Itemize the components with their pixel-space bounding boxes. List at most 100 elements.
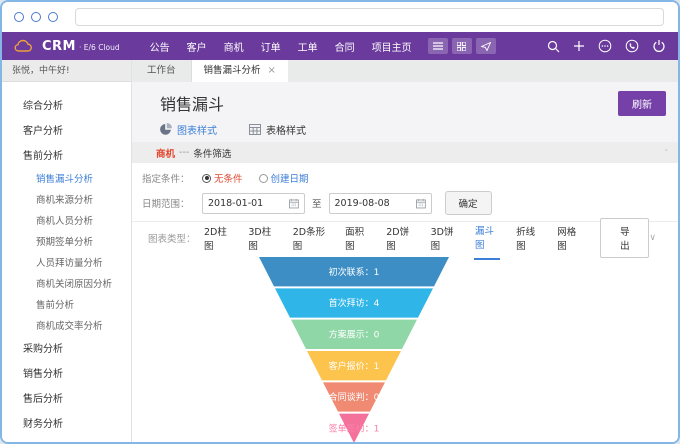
date-to-input[interactable] bbox=[335, 198, 416, 209]
sidebar-item[interactable]: 商机关闭原因分析 bbox=[2, 272, 131, 293]
brand-suffix: · E/6 Cloud bbox=[79, 43, 120, 52]
tab-bar: 工作台 销售漏斗分析 × bbox=[132, 60, 678, 82]
user-greeting: 张悦，中午好! bbox=[2, 60, 131, 82]
tab-label: 销售漏斗分析 bbox=[204, 60, 261, 82]
date-to-word: 至 bbox=[312, 196, 322, 210]
main-area: 工作台 销售漏斗分析 × 销售漏斗 刷新 图表样式 表格样式 bbox=[132, 60, 678, 442]
table-style-toggle[interactable]: 表格样式 bbox=[249, 122, 306, 137]
paper-plane-icon bbox=[481, 42, 491, 51]
funnel-chart-area: 初次联系：1首次拜访：4方案展示：0客户报价：1合同谈判：0签单签约：1 bbox=[132, 253, 678, 442]
address-bar[interactable] bbox=[75, 8, 664, 26]
funnel-stage-label: 签单签约：1 bbox=[329, 423, 380, 435]
calendar-icon[interactable] bbox=[416, 198, 426, 209]
page-title: 销售漏斗 bbox=[160, 91, 224, 115]
nav-item[interactable]: 合同 bbox=[335, 39, 355, 54]
sidebar-item[interactable]: 综合分析 bbox=[2, 92, 131, 117]
sidebar-item[interactable]: 客户分析 bbox=[2, 117, 131, 142]
sidebar-item[interactable]: 售前分析 bbox=[2, 293, 131, 314]
tab-workbench[interactable]: 工作台 bbox=[132, 60, 192, 82]
chart-style-label: 图表样式 bbox=[177, 122, 217, 137]
funnel-stage-label: 方案展示：0 bbox=[329, 329, 380, 341]
sidebar-item[interactable]: 售前分析 bbox=[2, 142, 131, 167]
filter-entity: 商机 bbox=[156, 146, 175, 160]
send-button[interactable] bbox=[476, 38, 496, 54]
window-dot-icon[interactable] bbox=[31, 12, 41, 22]
chart-style-toggle[interactable]: 图表样式 bbox=[160, 122, 217, 137]
funnel-stage-label: 合同谈判：0 bbox=[329, 391, 380, 403]
nav-item[interactable]: 公告 bbox=[150, 39, 170, 54]
search-icon[interactable] bbox=[547, 40, 560, 53]
power-icon[interactable] bbox=[652, 39, 666, 53]
sidebar-item[interactable]: 商机来源分析 bbox=[2, 188, 131, 209]
sidebar-item[interactable]: 财务分析 bbox=[2, 410, 131, 435]
date-range-label: 日期范围： bbox=[142, 196, 202, 210]
grid-view-button[interactable] bbox=[452, 38, 472, 54]
radio-unselected-icon bbox=[259, 174, 268, 183]
plus-icon[interactable] bbox=[573, 40, 585, 52]
sidebar-item[interactable]: 售后分析 bbox=[2, 385, 131, 410]
condition-label: 指定条件： bbox=[142, 171, 202, 185]
filter-collapse-icon[interactable]: ˅ bbox=[665, 149, 669, 157]
funnel-stage-label: 初次联系：1 bbox=[329, 266, 380, 278]
radio-label: 创建日期 bbox=[271, 171, 309, 185]
grid-icon bbox=[457, 42, 466, 51]
filter-separator: --- bbox=[179, 147, 189, 158]
nav-item[interactable]: 订单 bbox=[261, 39, 281, 54]
browser-chrome bbox=[2, 2, 678, 32]
more-icon[interactable] bbox=[598, 39, 612, 53]
view-style-toggle: 图表样式 表格样式 bbox=[132, 118, 678, 142]
table-style-label: 表格样式 bbox=[266, 122, 306, 137]
refresh-button[interactable]: 刷新 bbox=[618, 91, 666, 116]
header-right-icons bbox=[547, 39, 666, 53]
filter-panel: 指定条件： 无条件 创建日期 日期范围： bbox=[132, 163, 678, 442]
tab-label: 工作台 bbox=[147, 60, 176, 82]
sidebar: 张悦，中午好! 综合分析客户分析售前分析销售漏斗分析商机来源分析商机人员分析预期… bbox=[2, 60, 132, 442]
radio-create-date[interactable]: 创建日期 bbox=[259, 171, 309, 185]
window-dot-icon[interactable] bbox=[48, 12, 58, 22]
date-from-input[interactable] bbox=[208, 198, 289, 209]
browser-window: CRM · E/6 Cloud 公告客户商机订单工单合同项目主页 张悦，中午好! bbox=[0, 0, 680, 444]
export-button[interactable]: 导出 bbox=[600, 218, 649, 258]
chevron-down-icon[interactable]: ∨ bbox=[649, 233, 664, 243]
radio-label: 无条件 bbox=[214, 171, 243, 185]
header-view-buttons bbox=[428, 38, 496, 54]
sidebar-item[interactable]: 采购分析 bbox=[2, 335, 131, 360]
confirm-button[interactable]: 确定 bbox=[445, 191, 492, 215]
sidebar-menu: 综合分析客户分析售前分析销售漏斗分析商机来源分析商机人员分析预期签单分析人员拜访… bbox=[2, 82, 131, 435]
cloud-logo-icon bbox=[14, 39, 36, 53]
hamburger-icon bbox=[433, 42, 443, 50]
date-to-field[interactable] bbox=[329, 193, 432, 214]
sidebar-item[interactable]: 预期签单分析 bbox=[2, 230, 131, 251]
sidebar-item[interactable]: 商机人员分析 bbox=[2, 209, 131, 230]
chart-type-row: 图表类型： 2D柱图3D柱图2D条形图面积图2D饼图3D饼图漏斗图折线图网格图 … bbox=[132, 221, 678, 253]
condition-radio-group: 无条件 创建日期 bbox=[202, 171, 309, 185]
table-icon bbox=[249, 124, 261, 135]
pie-chart-icon bbox=[160, 123, 172, 135]
sidebar-item[interactable]: 销售分析 bbox=[2, 360, 131, 385]
date-from-field[interactable] bbox=[202, 193, 305, 214]
nav-item[interactable]: 商机 bbox=[224, 39, 244, 54]
sidebar-item[interactable]: 销售漏斗分析 bbox=[2, 167, 131, 188]
app-header: CRM · E/6 Cloud 公告 客户 商机 订单 工单 合同 项目主页 bbox=[2, 32, 678, 60]
phone-icon[interactable] bbox=[625, 39, 639, 53]
condition-row: 指定条件： 无条件 创建日期 bbox=[132, 163, 678, 189]
brand-name: CRM bbox=[42, 39, 76, 54]
radio-selected-icon bbox=[202, 174, 211, 183]
radio-no-condition[interactable]: 无条件 bbox=[202, 171, 243, 185]
nav-item[interactable]: 工单 bbox=[298, 39, 318, 54]
header-nav: 公告 客户 商机 订单 工单 合同 项目主页 bbox=[150, 39, 412, 54]
nav-item[interactable]: 项目主页 bbox=[372, 39, 412, 54]
chart-type-label: 图表类型： bbox=[148, 231, 203, 245]
window-dot-icon[interactable] bbox=[14, 12, 24, 22]
funnel-chart: 初次联系：1首次拜访：4方案展示：0客户报价：1合同谈判：0签单签约：1 bbox=[164, 257, 544, 444]
list-view-button[interactable] bbox=[428, 38, 448, 54]
sidebar-item[interactable]: 商机成交率分析 bbox=[2, 314, 131, 335]
filter-bar[interactable]: 商机 --- 条件筛选 ˅ bbox=[132, 142, 678, 163]
funnel-stage-label: 首次拜访：4 bbox=[329, 297, 380, 309]
close-icon[interactable]: × bbox=[268, 60, 276, 82]
tab-sales-funnel[interactable]: 销售漏斗分析 × bbox=[192, 60, 288, 82]
calendar-icon[interactable] bbox=[289, 198, 299, 209]
page-header: 销售漏斗 刷新 bbox=[132, 82, 678, 118]
sidebar-item[interactable]: 人员拜访量分析 bbox=[2, 251, 131, 272]
nav-item[interactable]: 客户 bbox=[187, 39, 207, 54]
